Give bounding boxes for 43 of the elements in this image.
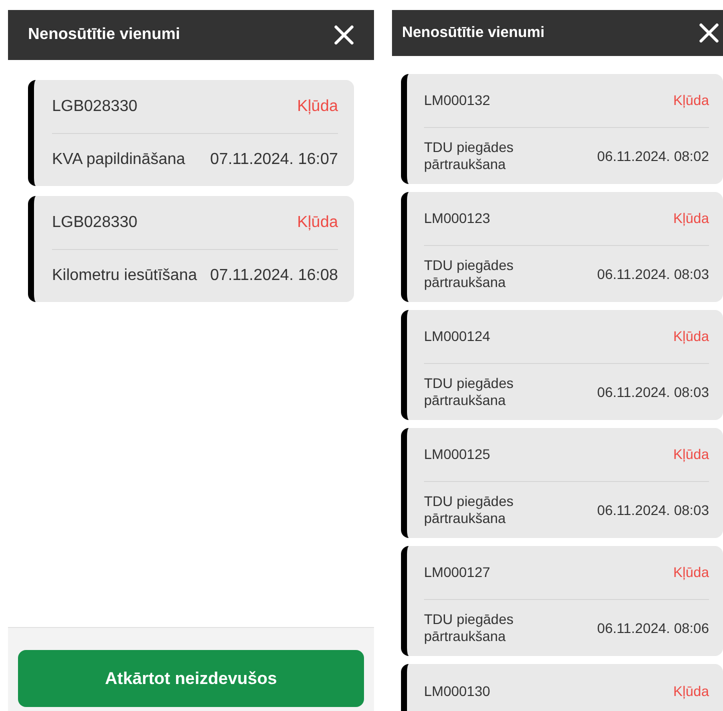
item-code: LM000124 xyxy=(424,327,490,346)
status-label: Kļūda xyxy=(673,445,709,464)
item-description: TDU piegādes pārtraukšana xyxy=(424,492,514,528)
item-card[interactable]: LGB028330 Kļūda KVA papildināšana 07.11.2024. 16:07 xyxy=(28,80,354,186)
item-datetime: 06.11.2024. 08:03 xyxy=(597,264,709,284)
item-code: LGB028330 xyxy=(52,212,138,232)
item-card[interactable]: LM000127 Kļūda TDU piegādes pārtraukšana 06.11.2024. 08:06 xyxy=(401,546,723,656)
item-datetime: 06.11.2024. 08:03 xyxy=(597,500,709,520)
close-icon[interactable] xyxy=(334,25,354,45)
item-datetime: 06.11.2024. 08:06 xyxy=(597,618,709,638)
status-label: Kļūda xyxy=(297,96,338,116)
item-code: LM000123 xyxy=(424,209,490,228)
item-datetime: 07.11.2024. 16:07 xyxy=(210,150,338,170)
status-label: Kļūda xyxy=(673,327,709,346)
item-code: LM000127 xyxy=(424,563,490,582)
item-description: TDU piegādes pārtraukšana xyxy=(424,138,514,174)
close-icon[interactable] xyxy=(699,23,719,43)
item-description: Kilometru iesūtīšana xyxy=(52,266,197,286)
status-label: Kļūda xyxy=(297,212,338,232)
item-card[interactable]: LGB028330 Kļūda Kilometru iesūtīšana 07.11.2024. 16:08 xyxy=(28,196,354,302)
retry-button[interactable]: Atkārtot neizdevušos xyxy=(18,650,364,707)
status-label: Kļūda xyxy=(673,209,709,228)
status-label: Kļūda xyxy=(673,91,709,110)
item-card[interactable]: LM000132 Kļūda TDU piegādes pārtraukšana 06.11.2024. 08:02 xyxy=(401,74,723,184)
item-description: TDU piegādes pārtraukšana xyxy=(424,256,514,292)
screen-title: Nenosūtītie vienumi xyxy=(402,22,545,43)
item-card[interactable]: LM000130 Kļūda xyxy=(401,664,723,711)
item-description: TDU piegādes pārtraukšana xyxy=(424,610,514,646)
item-description: TDU piegādes pārtraukšana xyxy=(424,374,514,410)
status-label: Kļūda xyxy=(673,682,709,701)
item-datetime: 06.11.2024. 08:02 xyxy=(597,146,709,166)
item-card[interactable]: LM000123 Kļūda TDU piegādes pārtraukšana 06.11.2024. 08:03 xyxy=(401,192,723,302)
item-code: LM000130 xyxy=(424,682,490,700)
item-datetime: 06.11.2024. 08:03 xyxy=(597,382,709,402)
item-description: KVA papildināšana xyxy=(52,150,186,170)
status-label: Kļūda xyxy=(673,563,709,582)
item-card[interactable]: LM000124 Kļūda TDU piegādes pārtraukšana 06.11.2024. 08:03 xyxy=(401,310,723,420)
screen-title: Nenosūtītie vienumi xyxy=(28,25,180,45)
item-code: LGB028330 xyxy=(52,96,138,116)
item-datetime: 07.11.2024. 16:08 xyxy=(210,266,338,286)
item-card[interactable]: LM000125 Kļūda TDU piegādes pārtraukšana 06.11.2024. 08:03 xyxy=(401,428,723,538)
item-code: LM000125 xyxy=(424,445,490,464)
item-code: LM000132 xyxy=(424,91,490,110)
